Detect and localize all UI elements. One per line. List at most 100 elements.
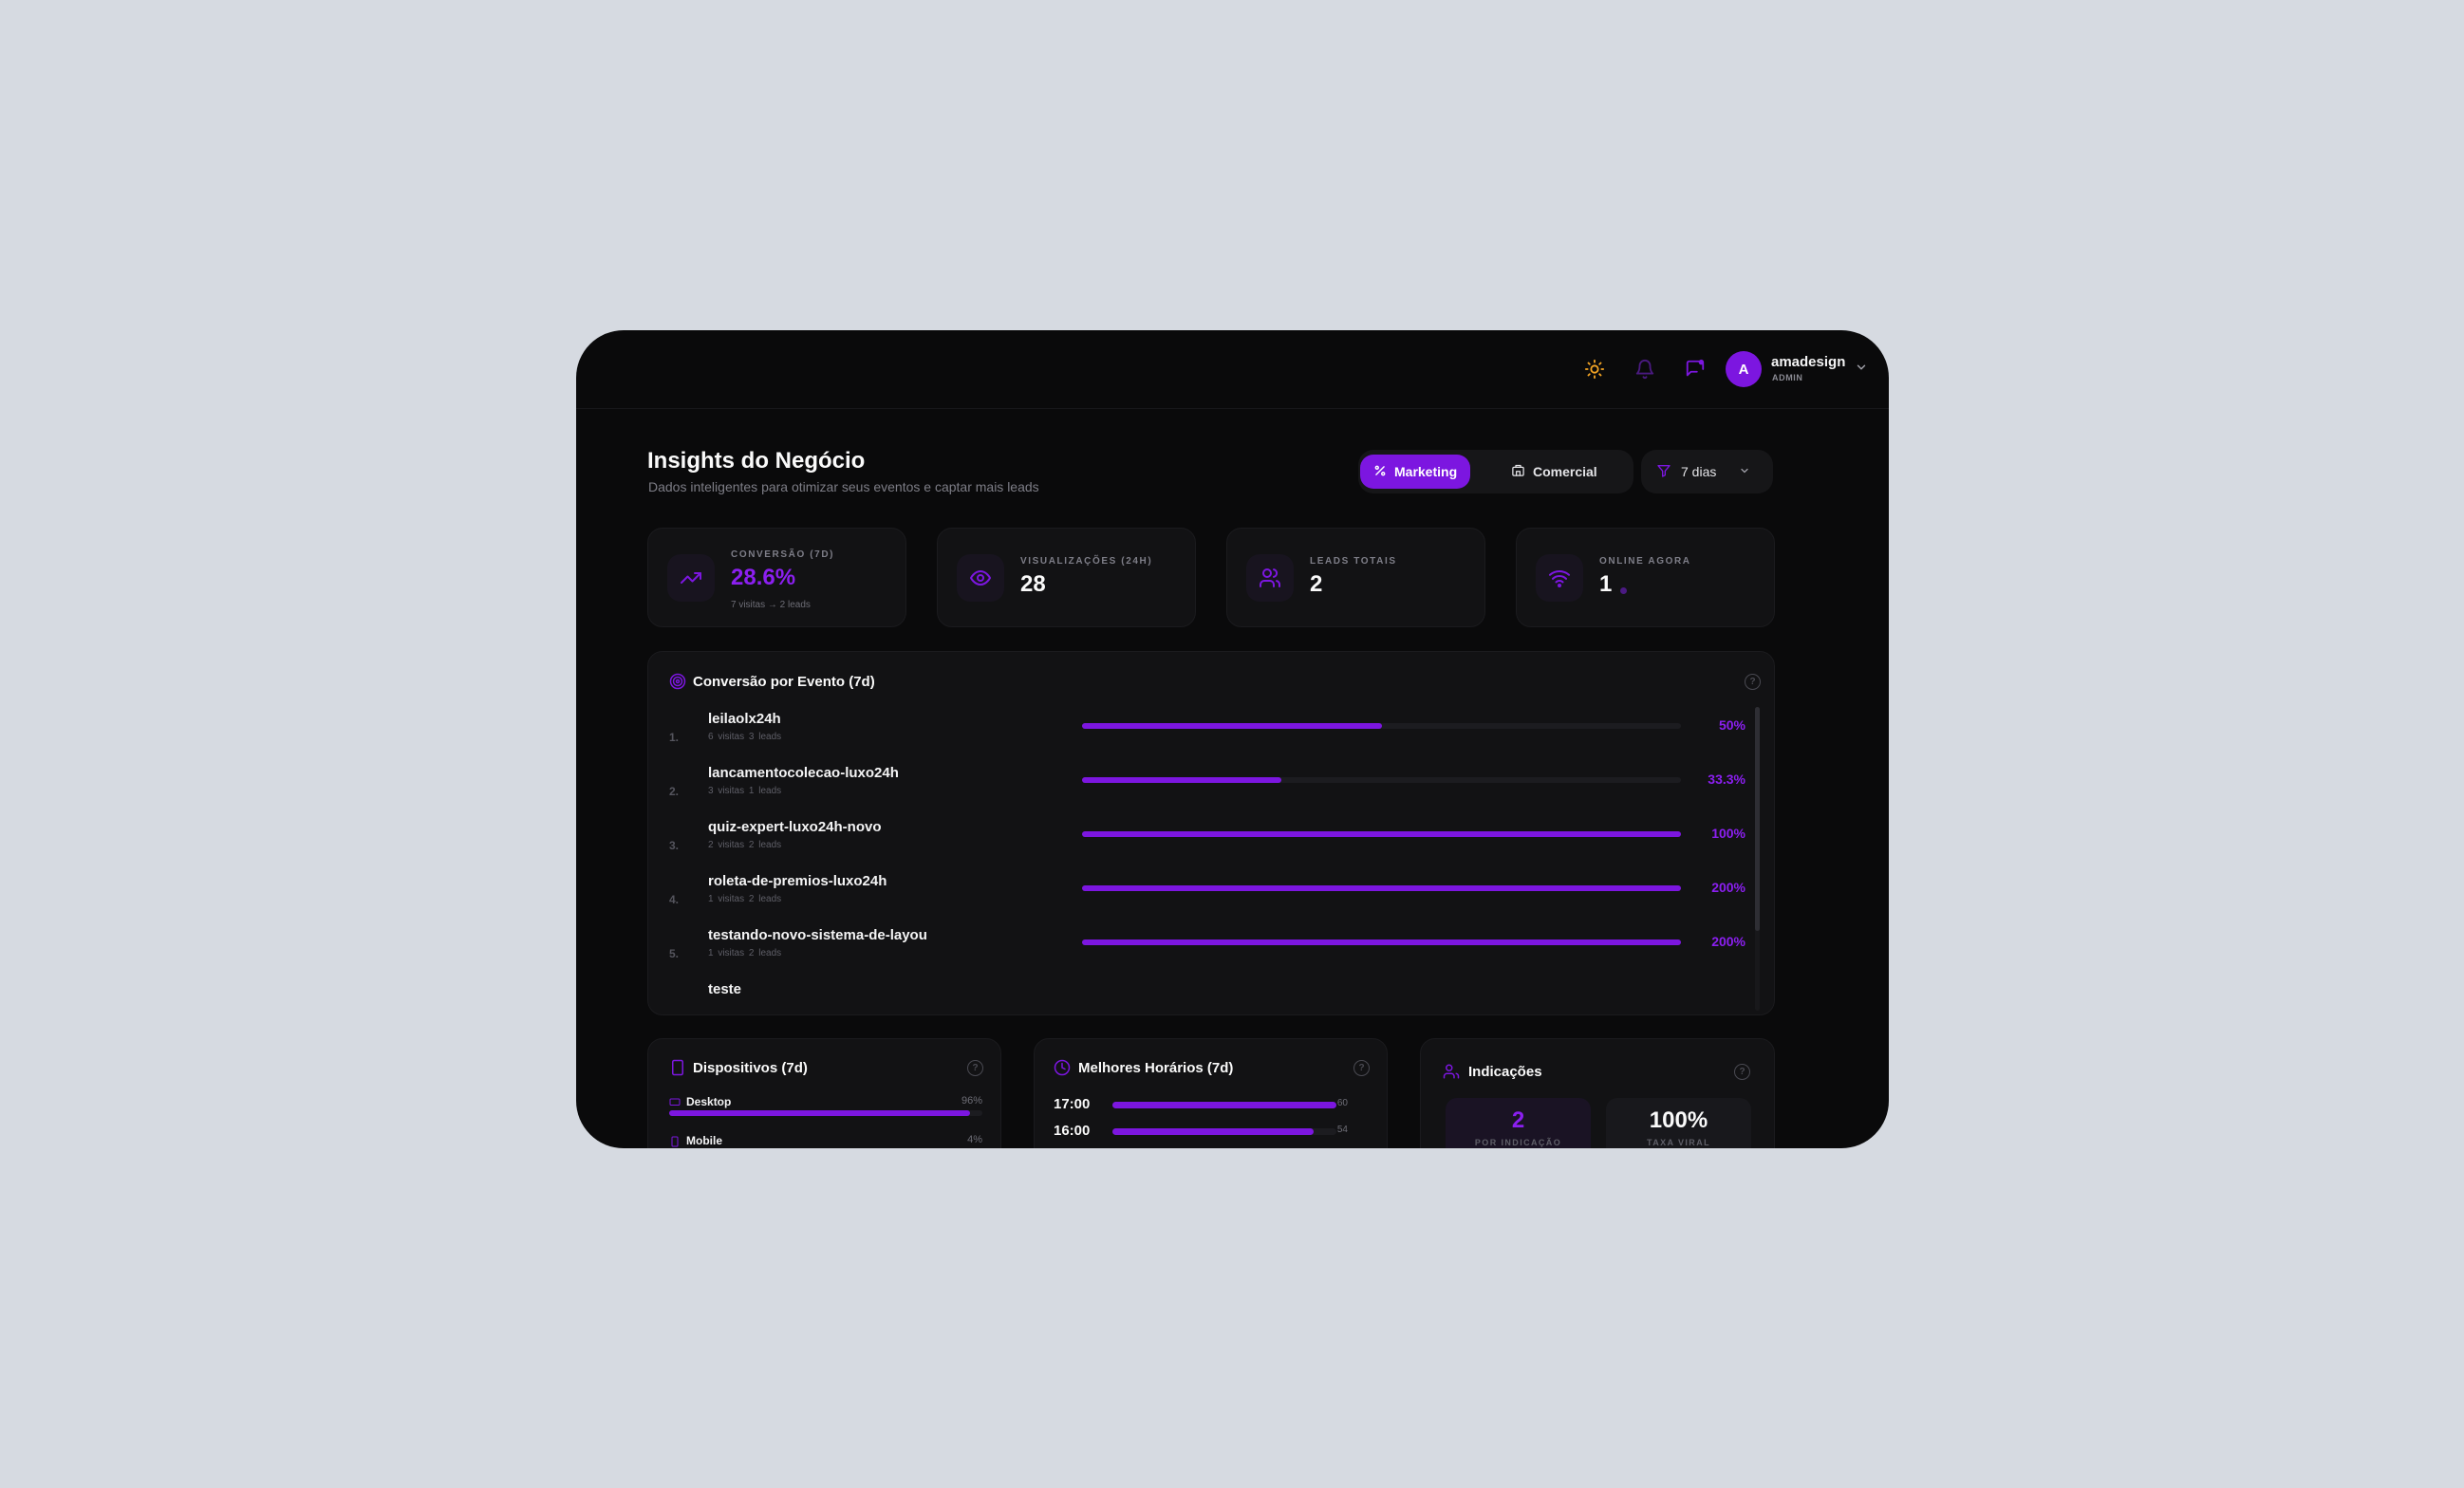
hour-count: 54 [1336, 1125, 1348, 1135]
best-hours-card: Melhores Horários (7d) ? 17:00 60 16:00 54 [1034, 1038, 1388, 1148]
event-index: 2. [669, 785, 680, 798]
device-percent: 4% [967, 1134, 982, 1145]
viral-rate-box: 100% TAXA VIRAL [1606, 1098, 1751, 1148]
scrollbar[interactable] [1755, 707, 1760, 1011]
per-referral-value: 2 [1511, 1107, 1525, 1133]
user-name[interactable]: amadesign [1771, 354, 1845, 370]
event-percent: 200% [1711, 880, 1745, 895]
scrollbar-thumb[interactable] [1755, 707, 1760, 931]
event-progress-track [1082, 939, 1681, 945]
event-meta: 6 visitas 3 leads [708, 732, 782, 742]
page-subtitle: Dados inteligentes para otimizar seus ev… [648, 479, 1039, 494]
event-progress-fill [1082, 939, 1681, 945]
trending-up-icon [667, 554, 715, 602]
percent-icon [1373, 464, 1387, 480]
kpi-card-online: ONLINE AGORA 1 [1516, 528, 1775, 627]
building-icon [1511, 463, 1525, 480]
avatar[interactable]: A [1726, 351, 1762, 387]
event-name: leilaolx24h [708, 711, 781, 727]
event-percent: 50% [1718, 717, 1745, 733]
tab-marketing[interactable]: Marketing [1360, 455, 1471, 489]
view-toggle: Marketing Comercial [1358, 450, 1633, 493]
sun-icon[interactable] [1580, 355, 1609, 383]
event-meta: 3 visitas 1 leads [708, 786, 782, 796]
referrals-card: Indicações ? 2 POR INDICAÇÃO 100% TAXA V… [1420, 1038, 1775, 1148]
users-icon [1246, 554, 1294, 602]
event-row[interactable]: 4. roleta-de-premios-luxo24h 1 visitas 2 l… [648, 869, 1776, 923]
hour-progress-track [1112, 1102, 1336, 1108]
kpi-card-conversao: CONVERSÃO (7D) 28.6% 7 visitas → 2 leads [647, 528, 906, 627]
kpi-card-leads: LEADS TOTAIS 2 [1226, 528, 1485, 627]
page-title: Insights do Negócio [647, 448, 866, 474]
hour-time: 16:00 [1054, 1123, 1091, 1139]
event-row[interactable]: teste [648, 977, 1776, 1032]
help-icon[interactable]: ? [1353, 1060, 1370, 1076]
event-progress-fill [1082, 885, 1681, 891]
tab-comercial[interactable]: Comercial [1498, 455, 1611, 489]
event-index: 5. [669, 947, 680, 960]
smartphone-icon [669, 1135, 681, 1148]
event-name: lancamentocolecao-luxo24h [708, 765, 899, 781]
help-icon[interactable]: ? [1745, 674, 1761, 690]
event-row[interactable]: 1. leilaolx24h 6 visitas 3 leads 50% [648, 707, 1776, 761]
kpi-value: 28.6% [731, 565, 796, 590]
device-progress-fill [669, 1110, 970, 1116]
users-icon [1443, 1063, 1460, 1085]
per-referral-box: 2 POR INDICAÇÃO [1446, 1098, 1591, 1148]
tab-marketing-label: Marketing [1394, 464, 1458, 479]
card-title: Dispositivos (7d) [693, 1060, 808, 1076]
device-percent: 96% [961, 1095, 982, 1107]
event-percent: 100% [1711, 826, 1745, 841]
event-percent: 200% [1711, 934, 1745, 949]
hour-progress-fill [1112, 1128, 1315, 1135]
chevron-down-icon[interactable] [1855, 361, 1868, 379]
card-title: Indicações [1468, 1064, 1542, 1080]
kpi-value: 1 [1599, 571, 1613, 597]
card-title: Conversão por Evento (7d) [693, 674, 875, 690]
card-title: Melhores Horários (7d) [1078, 1060, 1234, 1076]
online-indicator [1620, 587, 1627, 594]
event-index: 3. [669, 839, 680, 852]
help-icon[interactable]: ? [967, 1060, 983, 1076]
event-meta: 1 visitas 2 leads [708, 948, 782, 958]
conversion-card: Conversão por Evento (7d) ? 1. leilaolx24… [647, 651, 1775, 1015]
event-name: roleta-de-premios-luxo24h [708, 873, 887, 889]
device-progress-track [669, 1110, 982, 1116]
event-progress-fill [1082, 777, 1282, 783]
kpi-label: VISUALIZAÇÕES (24H) [1020, 556, 1153, 567]
kpi-label: ONLINE AGORA [1599, 556, 1691, 567]
period-value: 7 dias [1681, 464, 1717, 479]
hour-progress-fill [1112, 1102, 1336, 1108]
help-icon[interactable]: ? [1734, 1064, 1750, 1080]
event-progress-track [1082, 723, 1681, 729]
target-icon [669, 673, 686, 695]
event-name: testando-novo-sistema-de-layou [708, 927, 927, 943]
event-row[interactable]: 2. lancamentocolecao-luxo24h 3 visitas 1 l… [648, 761, 1776, 815]
event-progress-track [1082, 831, 1681, 837]
kpi-card-visualizacoes: VISUALIZAÇÕES (24H) 28 [937, 528, 1196, 627]
kpi-label: CONVERSÃO (7D) [731, 549, 835, 560]
event-percent: 33.3% [1708, 772, 1745, 787]
top-bar: A amadesign ADMIN [576, 330, 1889, 409]
per-referral-label: POR INDICAÇÃO [1474, 1138, 1562, 1147]
event-index: 4. [669, 893, 680, 906]
kpi-label: LEADS TOTAIS [1310, 556, 1397, 567]
event-progress-fill [1082, 831, 1681, 837]
tab-comercial-label: Comercial [1533, 464, 1597, 479]
hour-count: 60 [1336, 1098, 1348, 1108]
event-row[interactable]: 5. testando-novo-sistema-de-layou 1 visita… [648, 923, 1776, 977]
devices-card: Dispositivos (7d) ? Desktop 96% Mobile 4% [647, 1038, 1001, 1148]
clock-icon [1054, 1059, 1071, 1081]
hour-row: 17:00 60 [1054, 1096, 1367, 1115]
period-filter[interactable]: 7 dias [1641, 450, 1773, 493]
event-meta: 2 visitas 2 leads [708, 840, 782, 850]
message-icon[interactable] [1681, 355, 1709, 383]
eye-icon [957, 554, 1004, 602]
device-label: Desktop [686, 1095, 732, 1108]
chevron-down-icon [1739, 464, 1750, 479]
user-role: ADMIN [1772, 373, 1803, 382]
bell-icon[interactable] [1631, 355, 1659, 383]
event-row[interactable]: 3. quiz-expert-luxo24h-novo 2 visitas 2 le… [648, 815, 1776, 869]
hour-row: 16:00 54 [1054, 1123, 1367, 1142]
event-progress-track [1082, 885, 1681, 891]
